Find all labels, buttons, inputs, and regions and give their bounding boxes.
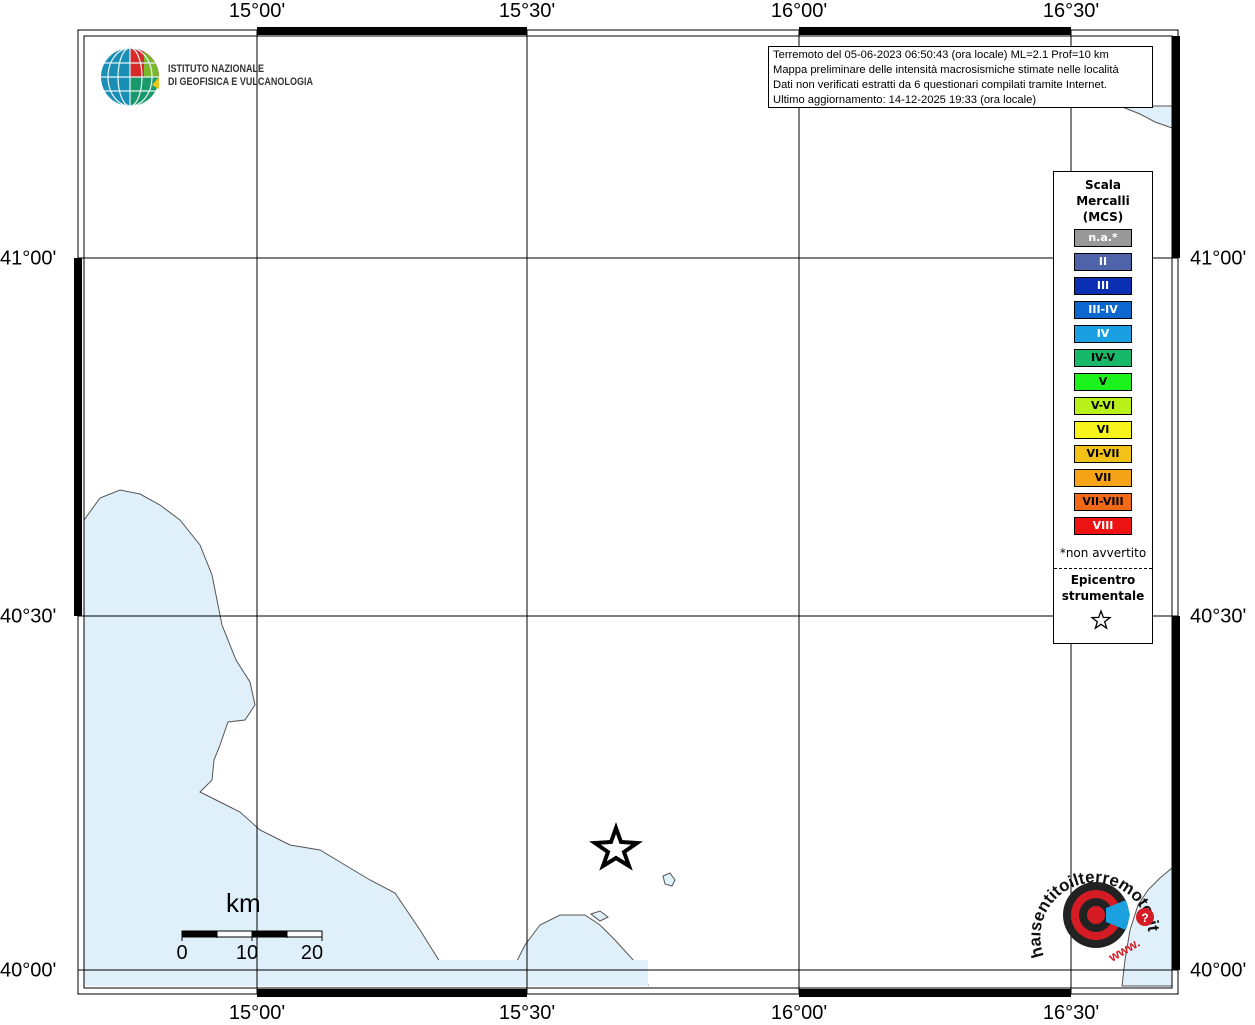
scale-label-20: 20 xyxy=(300,942,324,964)
lat-tick-right-1: 41°00' xyxy=(1190,247,1247,270)
legend-epicenter-1: Epicentro xyxy=(1070,573,1136,587)
svg-text:?: ? xyxy=(1141,911,1148,925)
event-info-line-4: Ultimo aggiornamento: 14-12-2025 19:33 (… xyxy=(773,94,1037,106)
event-info-line-1: Terremoto del 05-06-2023 06:50:43 (ora l… xyxy=(773,49,1109,61)
lat-tick-right-3: 40°00' xyxy=(1190,959,1247,982)
mcs-legend: Scala Mercalli (MCS) n.a.* II III III-IV IV I… xyxy=(1053,171,1153,644)
legend-title-3: (MCS) xyxy=(1082,210,1124,224)
legend-swatch: VI xyxy=(1074,421,1132,439)
legend-swatch: IV xyxy=(1074,325,1132,343)
legend-swatch: III xyxy=(1074,277,1132,295)
lon-tick-bottom-1: 15°00' xyxy=(228,1002,286,1024)
ingv-logo: ISTITUTO NAZIONALE DI GEOFISICA E VULCAN… xyxy=(100,47,320,109)
legend-title-2: Mercalli xyxy=(1076,194,1130,208)
lon-tick-top-4: 16°30' xyxy=(1042,0,1100,22)
lon-tick-bottom-4: 16°30' xyxy=(1042,1002,1100,1024)
legend-swatch: V-VI xyxy=(1074,397,1132,415)
legend-swatch: II xyxy=(1074,253,1132,271)
haisentito-logo[interactable]: haisentitoilterremoto.it www. ? xyxy=(1030,860,1170,970)
legend-separator xyxy=(1054,568,1152,569)
logo-line-2: DI GEOFISICA E VULCANOLOGIA xyxy=(168,76,313,88)
island xyxy=(662,872,676,887)
legend-swatch: VII-VIII xyxy=(1074,493,1132,511)
scale-label-0: 0 xyxy=(176,942,188,964)
lon-tick-bottom-3: 16°00' xyxy=(770,1002,828,1024)
lon-tick-top-2: 15°30' xyxy=(498,0,556,22)
legend-swatch: n.a.* xyxy=(1074,229,1132,247)
coastline-west xyxy=(83,489,649,986)
lon-tick-top-3: 16°00' xyxy=(770,0,828,22)
lat-tick-left-2: 40°30' xyxy=(0,605,57,628)
globe-icon xyxy=(101,47,159,107)
legend-swatch: V xyxy=(1074,373,1132,391)
legend-swatch: VI-VII xyxy=(1074,445,1132,463)
lat-tick-left-3: 40°00' xyxy=(0,959,57,982)
legend-title-1: Scala xyxy=(1084,178,1122,192)
logo-line-1: ISTITUTO NAZIONALE xyxy=(168,63,265,75)
event-info-line-2: Mappa preliminare delle intensità macros… xyxy=(773,64,1119,76)
lon-tick-bottom-2: 15°30' xyxy=(498,1002,556,1024)
event-info-box: Terremoto del 05-06-2023 06:50:43 (ora l… xyxy=(768,46,1153,108)
islet xyxy=(589,910,609,922)
scale-label-10: 10 xyxy=(235,942,259,964)
legend-swatch: VIII xyxy=(1074,517,1132,535)
legend-swatch: IV-V xyxy=(1074,349,1132,367)
legend-swatch: III-IV xyxy=(1074,301,1132,319)
scale-unit: km xyxy=(226,888,261,918)
event-info-line-3: Dati non verificati estratti da 6 questi… xyxy=(773,79,1107,91)
legend-epicenter-2: strumentale xyxy=(1061,589,1145,603)
legend-note: *non avvertito xyxy=(1059,546,1147,560)
legend-star-icon xyxy=(1090,609,1112,630)
lon-tick-top-1: 15°00' xyxy=(228,0,286,22)
legend-swatch: VII xyxy=(1074,469,1132,487)
lat-tick-right-2: 40°30' xyxy=(1190,605,1247,628)
lat-tick-left-1: 41°00' xyxy=(0,247,57,270)
scale-bar: km 0 10 20 xyxy=(170,888,330,968)
epicenter-star-icon[interactable] xyxy=(589,822,643,871)
